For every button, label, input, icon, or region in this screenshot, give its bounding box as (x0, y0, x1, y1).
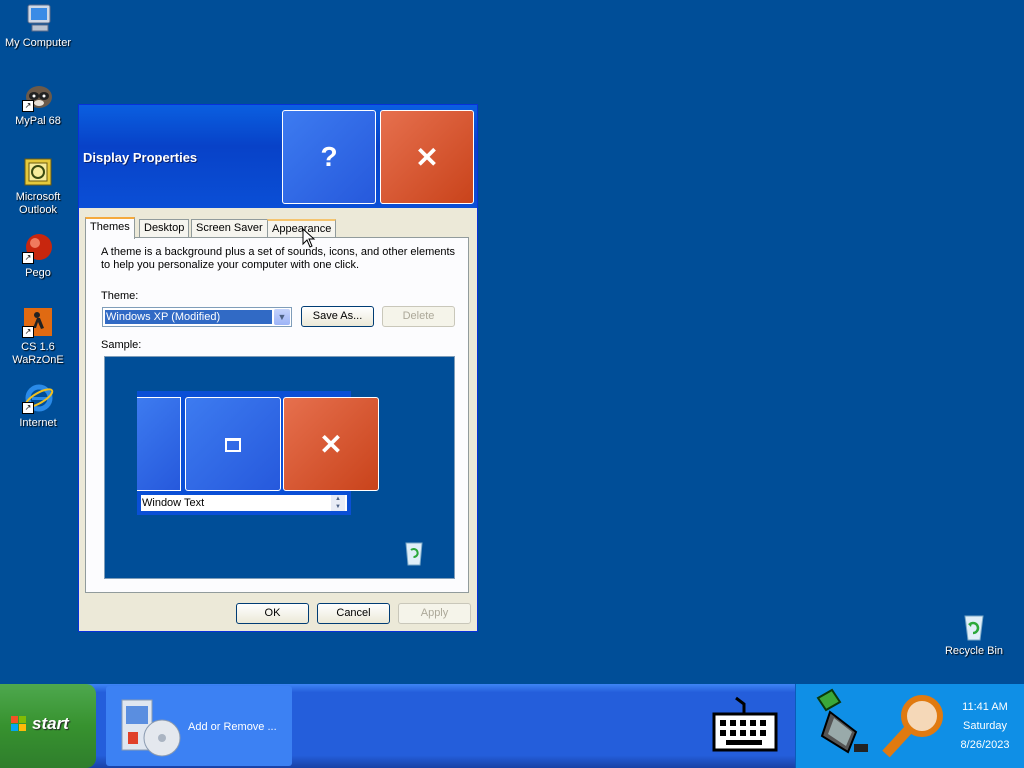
sample-maximize-button (185, 397, 281, 491)
desktop-icon-label: Recycle Bin (944, 645, 1004, 657)
tab-screen-saver[interactable]: Screen Saver (191, 219, 268, 238)
taskbar-item-label: Add or Remove ... (188, 721, 277, 733)
sample-window: ✕ Window Text ▲ ▼ (137, 391, 379, 515)
pego-icon: ↗ (22, 232, 54, 264)
desktop-icon-label: Internet (19, 417, 57, 429)
taskbar-item-add-remove[interactable]: Add or Remove ... (106, 686, 292, 766)
desktop-icon-mypal[interactable]: ↗ MyPal 68 (0, 80, 76, 128)
taskbar: start Add or Remove ... 11:41 AM Saturda… (0, 684, 1024, 768)
shortcut-arrow-icon: ↗ (22, 252, 34, 264)
ok-button[interactable]: OK (236, 603, 309, 624)
start-button[interactable]: start (0, 684, 96, 768)
tab-desktop[interactable]: Desktop (139, 219, 190, 238)
desktop-icon-label: Pego (25, 267, 51, 279)
sample-recycle-bin-icon (402, 538, 426, 566)
save-as-button[interactable]: Save As... (301, 306, 374, 327)
counter-strike-icon: ↗ (22, 306, 54, 338)
delete-button[interactable]: Delete (382, 306, 455, 327)
sample-label: Sample: (101, 339, 142, 351)
outlook-icon (22, 156, 54, 188)
my-computer-icon (22, 2, 54, 34)
desktop-icon-label: Microsoft Outlook (15, 191, 61, 216)
display-properties-window: Display Properties ? ✕ Themes Desktop Sc… (78, 104, 478, 632)
shortcut-arrow-icon: ↗ (22, 326, 34, 338)
recycle-bin-icon (958, 610, 990, 642)
theme-description: A theme is a background plus a set of so… (101, 246, 456, 271)
apply-button[interactable]: Apply (398, 603, 471, 624)
mouse-pointer-icon (302, 228, 316, 248)
desktop-icon-label: MyPal 68 (15, 115, 61, 127)
sample-window-text: Window Text (141, 495, 347, 511)
system-tray: 11:41 AM Saturday 8/26/2023 (795, 684, 1024, 768)
desktop-icon-label: My Computer (4, 37, 72, 49)
title-bar[interactable]: Display Properties ? ✕ (79, 105, 477, 208)
theme-select-value: Windows XP (Modified) (105, 310, 272, 324)
themes-panel: A theme is a background plus a set of so… (85, 237, 469, 593)
clock-time: 11:41 AM (962, 701, 1008, 713)
desktop-icon-my-computer[interactable]: My Computer (0, 2, 76, 50)
shortcut-arrow-icon: ↗ (22, 402, 34, 414)
help-icon: ? (320, 141, 338, 172)
sample-minimize-button (137, 397, 181, 491)
window-title: Display Properties (83, 150, 198, 165)
search-magnifier-icon[interactable] (878, 688, 948, 760)
internet-explorer-icon: ↗ (22, 382, 54, 414)
theme-select[interactable]: Windows XP (Modified) ▼ (102, 307, 292, 327)
clock-day: Saturday (962, 720, 1008, 732)
chevron-down-icon[interactable]: ▼ (274, 309, 290, 325)
desktop-icon-internet[interactable]: ↗ Internet (0, 382, 76, 430)
help-button[interactable]: ? (282, 110, 376, 204)
keyboard-language-icon[interactable] (712, 694, 778, 756)
close-icon: ✕ (319, 428, 343, 460)
clock-date: 8/26/2023 (960, 739, 1010, 751)
desktop-icon-recycle-bin[interactable]: Recycle Bin (936, 610, 1012, 658)
add-remove-programs-icon (121, 699, 181, 757)
desktop-icon-pego[interactable]: ↗ Pego (0, 232, 76, 280)
theme-label: Theme: (101, 290, 139, 302)
network-plug-icon[interactable] (808, 688, 874, 760)
desktop-icon-outlook[interactable]: Microsoft Outlook (0, 156, 76, 217)
mypal-raccoon-icon: ↗ (22, 80, 54, 112)
shortcut-arrow-icon: ↗ (22, 100, 34, 112)
desktop-icon-cs16[interactable]: ↗ CS 1.6 WaRzOnE (0, 306, 76, 367)
tab-themes[interactable]: Themes (85, 217, 135, 239)
theme-sample-preview: ✕ Window Text ▲ ▼ (104, 356, 455, 579)
cancel-button[interactable]: Cancel (317, 603, 390, 624)
close-button[interactable]: ✕ (380, 110, 474, 204)
windows-flag-icon (11, 716, 26, 731)
desktop-icon-label: CS 1.6 WaRzOnE (12, 341, 64, 366)
close-icon: ✕ (415, 141, 439, 173)
tray-clock[interactable]: 11:41 AM Saturday 8/26/2023 (948, 698, 1022, 755)
maximize-icon (225, 438, 241, 452)
start-label: start (32, 714, 69, 733)
sample-scrollbar: ▲ ▼ (331, 495, 345, 511)
sample-close-button: ✕ (283, 397, 379, 491)
